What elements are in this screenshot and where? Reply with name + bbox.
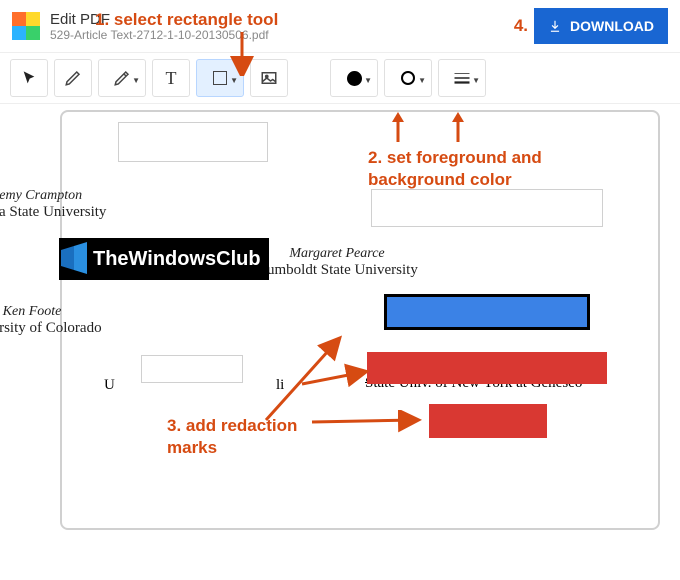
pencil-tool[interactable] (54, 59, 92, 97)
rectangle-tool[interactable]: ▼ (196, 59, 244, 97)
annotation-3-line1: 3. add redaction (167, 416, 297, 436)
annotation-4: 4. (514, 16, 528, 36)
chevron-down-icon: ▼ (230, 76, 238, 85)
redaction-white-1[interactable] (118, 122, 268, 162)
pen-tool[interactable]: ▼ (98, 59, 146, 97)
image-tool[interactable] (250, 59, 288, 97)
redaction-red-2[interactable] (429, 404, 547, 438)
redaction-blue[interactable] (384, 294, 590, 330)
annotation-2-line2: background color (368, 170, 512, 190)
author-univ: University of Colorado (0, 320, 182, 337)
annotation-1: 1. select rectangle tool (95, 10, 278, 30)
download-icon (548, 19, 562, 33)
author-univ-partial: U (104, 377, 115, 394)
filled-circle-icon (347, 71, 362, 86)
watermark-badge: TheWindowsClub (59, 237, 269, 281)
stroke-color-tool[interactable]: ▼ (384, 59, 432, 97)
hollow-circle-icon (401, 71, 415, 85)
text-icon: T (166, 68, 177, 89)
redaction-white-3[interactable] (141, 355, 243, 383)
cursor-icon (21, 70, 37, 86)
toolbar: ▼ T ▼ ▼ ▼ ▼ (0, 52, 680, 104)
windows-logo-icon (59, 238, 89, 280)
chevron-down-icon: ▼ (364, 76, 372, 85)
chevron-down-icon: ▼ (418, 76, 426, 85)
fill-color-tool[interactable]: ▼ (330, 59, 378, 97)
cursor-tool[interactable] (10, 59, 48, 97)
pencil-icon (64, 69, 82, 87)
download-label: DOWNLOAD (570, 18, 654, 34)
author-name: Jeremy Crampton (0, 188, 182, 204)
text-tool[interactable]: T (152, 59, 190, 97)
image-icon (260, 69, 278, 87)
watermark-text: TheWindowsClub (89, 238, 269, 280)
document-page[interactable]: Jeremy Crampton Georgia State University… (60, 110, 660, 530)
author-name: Ken Foote (0, 304, 182, 320)
lines-icon (453, 71, 471, 85)
redaction-red-1[interactable] (367, 352, 607, 384)
pen-icon (113, 69, 131, 87)
annotation-2-line1: 2. set foreground and (368, 148, 542, 168)
app-logo (12, 12, 40, 40)
line-style-tool[interactable]: ▼ (438, 59, 486, 97)
chevron-down-icon: ▼ (132, 76, 140, 85)
rectangle-icon (213, 71, 227, 85)
author-univ-partial: li (276, 377, 284, 394)
download-button[interactable]: DOWNLOAD (534, 8, 668, 44)
redaction-white-2[interactable] (371, 189, 603, 227)
author-univ: Georgia State University (0, 204, 182, 221)
chevron-down-icon: ▼ (472, 76, 480, 85)
annotation-3-line2: marks (167, 438, 217, 458)
